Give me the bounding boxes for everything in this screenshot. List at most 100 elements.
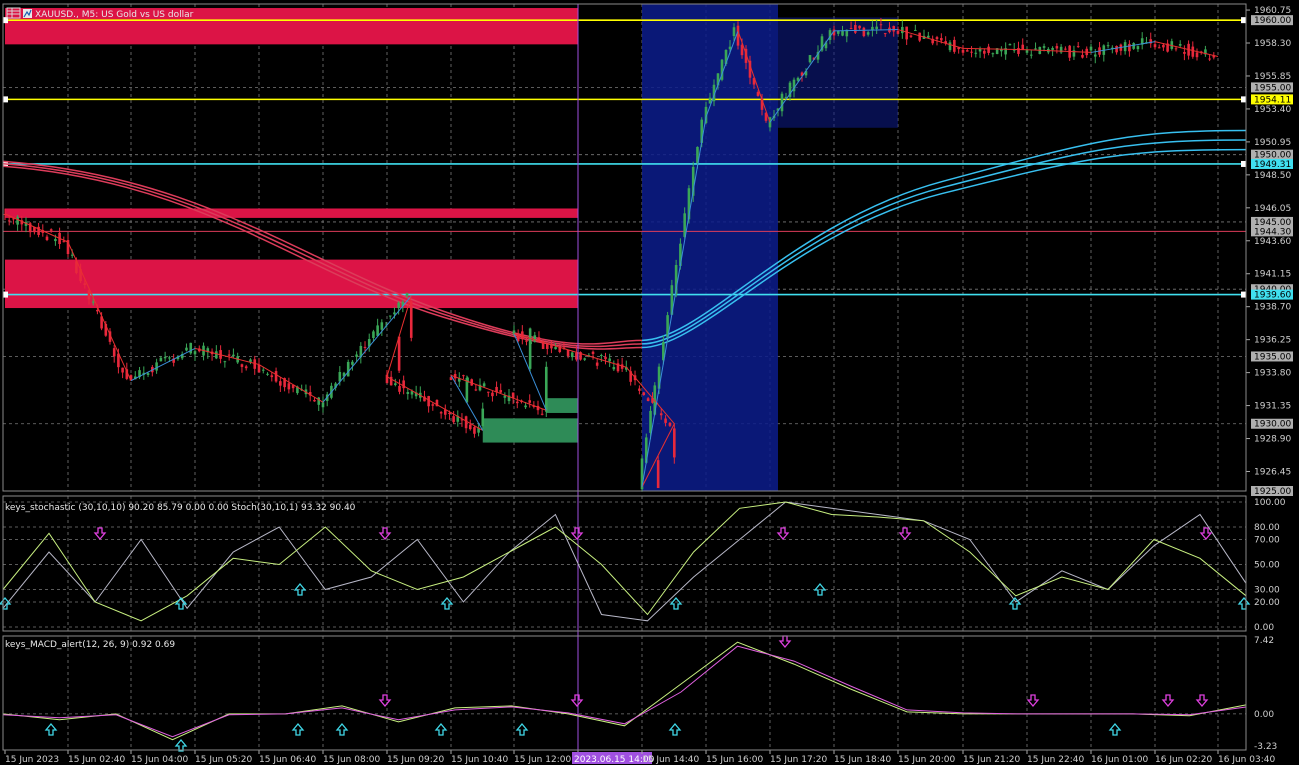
- candle[interactable]: [935, 37, 939, 40]
- candle[interactable]: [1208, 58, 1211, 60]
- candle[interactable]: [642, 392, 646, 396]
- level-handle[interactable]: [1241, 160, 1246, 167]
- candle[interactable]: [1162, 44, 1165, 48]
- level-handle[interactable]: [1241, 96, 1246, 103]
- candle[interactable]: [376, 325, 379, 336]
- candle[interactable]: [1025, 50, 1029, 53]
- candle[interactable]: [70, 254, 74, 256]
- candle[interactable]: [394, 383, 397, 385]
- candle[interactable]: [261, 369, 265, 371]
- candle[interactable]: [1017, 47, 1020, 54]
- candle[interactable]: [849, 28, 853, 30]
- candle[interactable]: [991, 53, 995, 55]
- candle[interactable]: [1029, 54, 1033, 56]
- candle[interactable]: [49, 229, 53, 231]
- candle[interactable]: [978, 48, 982, 52]
- level-handle[interactable]: [3, 291, 8, 298]
- candle[interactable]: [257, 364, 261, 373]
- candle[interactable]: [499, 390, 503, 393]
- candle[interactable]: [380, 322, 384, 330]
- candle[interactable]: [736, 25, 740, 46]
- candle[interactable]: [155, 362, 158, 371]
- candle[interactable]: [1157, 47, 1161, 49]
- candle[interactable]: [452, 416, 455, 423]
- candle[interactable]: [363, 346, 367, 348]
- candle[interactable]: [1034, 48, 1037, 50]
- candle[interactable]: [168, 357, 171, 359]
- level-handle[interactable]: [3, 96, 8, 103]
- candle[interactable]: [240, 364, 244, 367]
- candle[interactable]: [1021, 44, 1025, 50]
- candle[interactable]: [321, 402, 325, 408]
- candle[interactable]: [524, 405, 527, 408]
- candle[interactable]: [948, 42, 952, 51]
- candle[interactable]: [1183, 52, 1186, 54]
- candle[interactable]: [905, 26, 908, 40]
- candle[interactable]: [397, 302, 400, 309]
- candle[interactable]: [1008, 43, 1012, 46]
- candle[interactable]: [163, 356, 167, 359]
- candle[interactable]: [398, 385, 401, 392]
- candle[interactable]: [1115, 45, 1118, 53]
- stochastic-panel[interactable]: 100.00 80.00 70.00 50.00 30.00 20.00 0.00: [0, 498, 1286, 633]
- candle[interactable]: [427, 396, 430, 407]
- candle[interactable]: [1093, 54, 1097, 57]
- candle[interactable]: [983, 50, 986, 54]
- candle[interactable]: [431, 404, 435, 406]
- candle[interactable]: [1128, 43, 1131, 52]
- candle[interactable]: [338, 371, 342, 382]
- candle[interactable]: [448, 412, 451, 414]
- candle[interactable]: [533, 335, 537, 342]
- candle[interactable]: [244, 366, 248, 369]
- candle[interactable]: [974, 52, 978, 54]
- candle[interactable]: [1081, 54, 1084, 58]
- candle[interactable]: [287, 383, 291, 390]
- candle[interactable]: [879, 24, 883, 26]
- candle[interactable]: [858, 25, 861, 29]
- candle[interactable]: [227, 354, 231, 356]
- candle[interactable]: [808, 55, 812, 63]
- candle[interactable]: [482, 383, 486, 387]
- candle[interactable]: [468, 424, 472, 430]
- candle[interactable]: [1089, 46, 1093, 51]
- candle[interactable]: [595, 362, 599, 366]
- candle[interactable]: [45, 236, 49, 241]
- candle[interactable]: [462, 375, 465, 377]
- candle[interactable]: [600, 355, 603, 357]
- candle[interactable]: [591, 351, 595, 354]
- candle[interactable]: [185, 347, 188, 351]
- candle[interactable]: [406, 392, 410, 394]
- candle[interactable]: [780, 93, 784, 112]
- candle[interactable]: [525, 340, 528, 342]
- candle[interactable]: [464, 416, 468, 429]
- candle[interactable]: [346, 361, 350, 377]
- candle[interactable]: [146, 373, 150, 375]
- candle[interactable]: [16, 216, 19, 225]
- candle[interactable]: [940, 38, 943, 41]
- candle[interactable]: [544, 366, 548, 412]
- candle[interactable]: [193, 351, 197, 355]
- candle[interactable]: [1076, 46, 1080, 48]
- candle[interactable]: [529, 341, 532, 345]
- candle[interactable]: [215, 351, 218, 359]
- candle[interactable]: [474, 389, 478, 391]
- candle[interactable]: [540, 413, 544, 415]
- candle[interactable]: [756, 92, 760, 96]
- candle[interactable]: [909, 35, 913, 37]
- candle[interactable]: [554, 347, 557, 350]
- candle[interactable]: [871, 26, 874, 31]
- candle[interactable]: [83, 283, 87, 286]
- candle[interactable]: [491, 392, 494, 397]
- candle[interactable]: [1055, 46, 1059, 49]
- candle[interactable]: [896, 30, 900, 34]
- candle[interactable]: [914, 29, 917, 31]
- candle[interactable]: [405, 293, 409, 297]
- candle[interactable]: [54, 239, 57, 242]
- candle[interactable]: [1153, 44, 1157, 48]
- candle[interactable]: [566, 349, 570, 356]
- candle[interactable]: [1136, 46, 1140, 50]
- candle[interactable]: [656, 460, 660, 489]
- candle[interactable]: [439, 412, 443, 414]
- candle[interactable]: [62, 241, 66, 243]
- candle[interactable]: [638, 388, 641, 391]
